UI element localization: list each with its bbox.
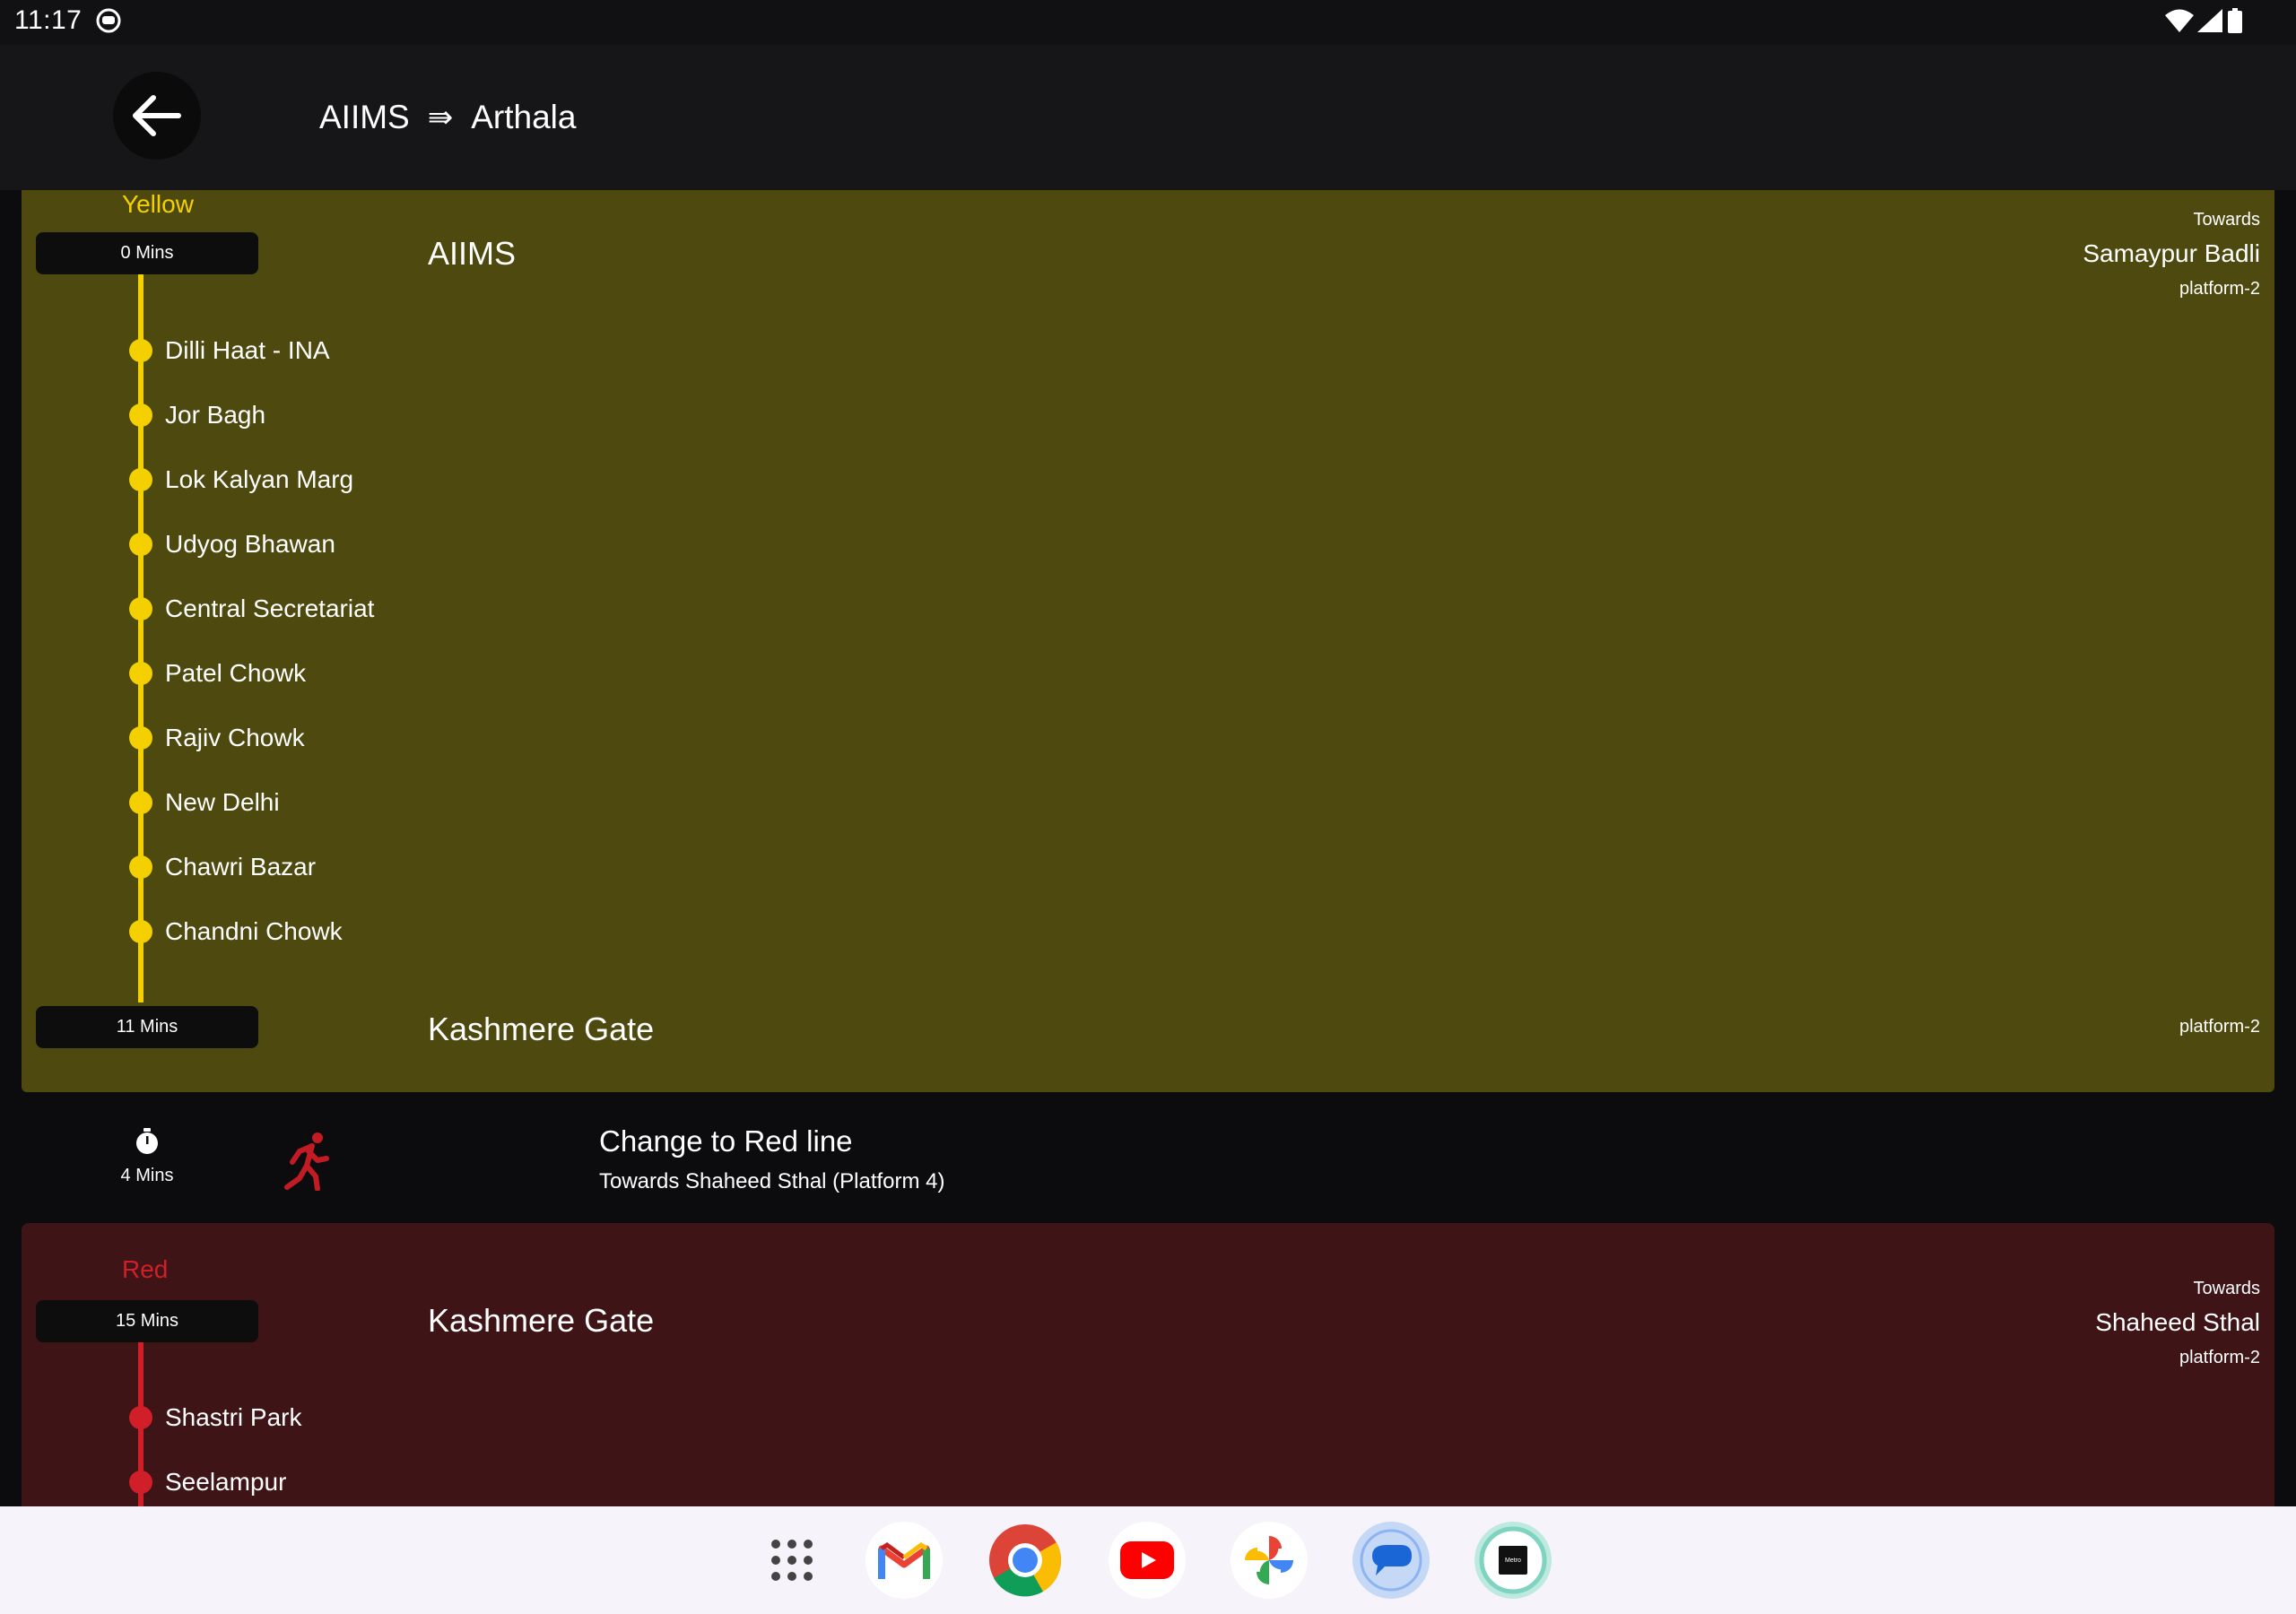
transfer-title: Change to Red line (599, 1124, 853, 1158)
stop-name: Shastri Park (165, 1403, 302, 1431)
gmail-app[interactable] (865, 1522, 943, 1599)
signal-icon (2197, 9, 2222, 32)
route-origin: AIIMS (319, 99, 410, 135)
end-time-pill: 11 Mins (36, 1006, 258, 1048)
transfer-subtitle: Towards Shaheed Sthal (Platform 4) (599, 1169, 945, 1193)
youtube-icon (1120, 1541, 1174, 1579)
transfer-row (0, 1092, 2296, 1223)
platform-label: platform-2 (2179, 1348, 2260, 1367)
towards-destination: Shaheed Sthal (2095, 1308, 2260, 1336)
status-time: 11:17 (14, 5, 83, 35)
metro-app[interactable]: Metro (1474, 1522, 1552, 1599)
metro-app-label: Metro (1505, 1557, 1521, 1564)
line-track (138, 274, 144, 1002)
end-platform-label: platform-2 (2179, 1017, 2260, 1037)
towards-info: Towards Shaheed Sthal platform-2 (2095, 1279, 2260, 1368)
chrome-app[interactable] (987, 1522, 1064, 1599)
line-name: Red (122, 1255, 169, 1283)
messages-icon (1360, 1529, 1422, 1592)
stop-name: Chandni Chowk (165, 917, 343, 945)
towards-destination: Samaypur Badli (2083, 239, 2260, 267)
towards-info: Towards Samaypur Badli platform-2 (2083, 210, 2260, 299)
photos-icon (1245, 1536, 1293, 1584)
stop-name: Patel Chowk (165, 659, 307, 687)
stopwatch-icon (136, 1128, 158, 1154)
line-name: Yellow (122, 190, 194, 218)
transfer-time: 4 Mins (120, 1166, 174, 1185)
gmail-icon (878, 1541, 930, 1579)
start-time-pill: 15 Mins (36, 1300, 258, 1342)
battery-icon (2228, 8, 2242, 33)
stop-dot (129, 468, 152, 491)
stop-name: Seelampur (165, 1468, 287, 1496)
stop-name: Jor Bagh (165, 401, 266, 429)
stop-name: Rajiv Chowk (165, 724, 305, 751)
notification-app-icon (96, 8, 121, 33)
red-line-segment: Red 15 Mins Shastri Park Seelampur Kashme… (22, 1223, 2274, 1506)
towards-caption: Towards (2193, 1279, 2260, 1298)
stop-dot (129, 726, 152, 750)
towards-caption: Towards (2193, 210, 2260, 230)
messages-app[interactable] (1352, 1522, 1430, 1599)
stop-name: Chawri Bazar (165, 853, 317, 881)
stop-dot (129, 597, 152, 620)
start-time-pill: 0 Mins (36, 232, 258, 274)
yellow-line-segment: Yellow 0 Mins Dilli Haat - INA Jor Bagh Lo… (22, 190, 2274, 1092)
stop-dot (129, 1471, 152, 1494)
platform-label: platform-2 (2179, 279, 2260, 299)
route-destination: Arthala (471, 99, 577, 135)
stop-name: Dilli Haat - INA (165, 336, 330, 364)
stop-name: Lok Kalyan Marg (165, 465, 354, 493)
stop-dot (129, 855, 152, 879)
stop-dot (129, 533, 152, 556)
photos-app[interactable] (1231, 1522, 1308, 1599)
end-station: Kashmere Gate (428, 1011, 655, 1047)
stop-dot (129, 791, 152, 814)
status-bar (0, 0, 2296, 45)
back-button[interactable] (113, 72, 201, 160)
wifi-icon (2165, 9, 2194, 32)
route-title: AIIMS ⇛ Arthala (319, 99, 576, 136)
stop-name: Udyog Bhawan (165, 530, 335, 558)
stop-dot (129, 339, 152, 362)
chrome-icon (989, 1524, 1062, 1597)
app-drawer-button[interactable] (753, 1522, 831, 1599)
stop-name: New Delhi (165, 788, 280, 816)
youtube-app[interactable] (1109, 1522, 1186, 1599)
stop-dot (129, 662, 152, 685)
stop-dot (129, 404, 152, 427)
stop-name: Central Secretariat (165, 594, 375, 622)
stop-dot (129, 920, 152, 943)
app-drawer-icon (771, 1540, 813, 1581)
walking-person-icon (284, 1132, 329, 1191)
start-station: Kashmere Gate (428, 1302, 655, 1339)
route-arrow-icon: ⇛ (427, 100, 454, 134)
start-station: AIIMS (428, 235, 517, 272)
back-arrow-icon (133, 95, 181, 136)
stop-dot (129, 1406, 152, 1429)
